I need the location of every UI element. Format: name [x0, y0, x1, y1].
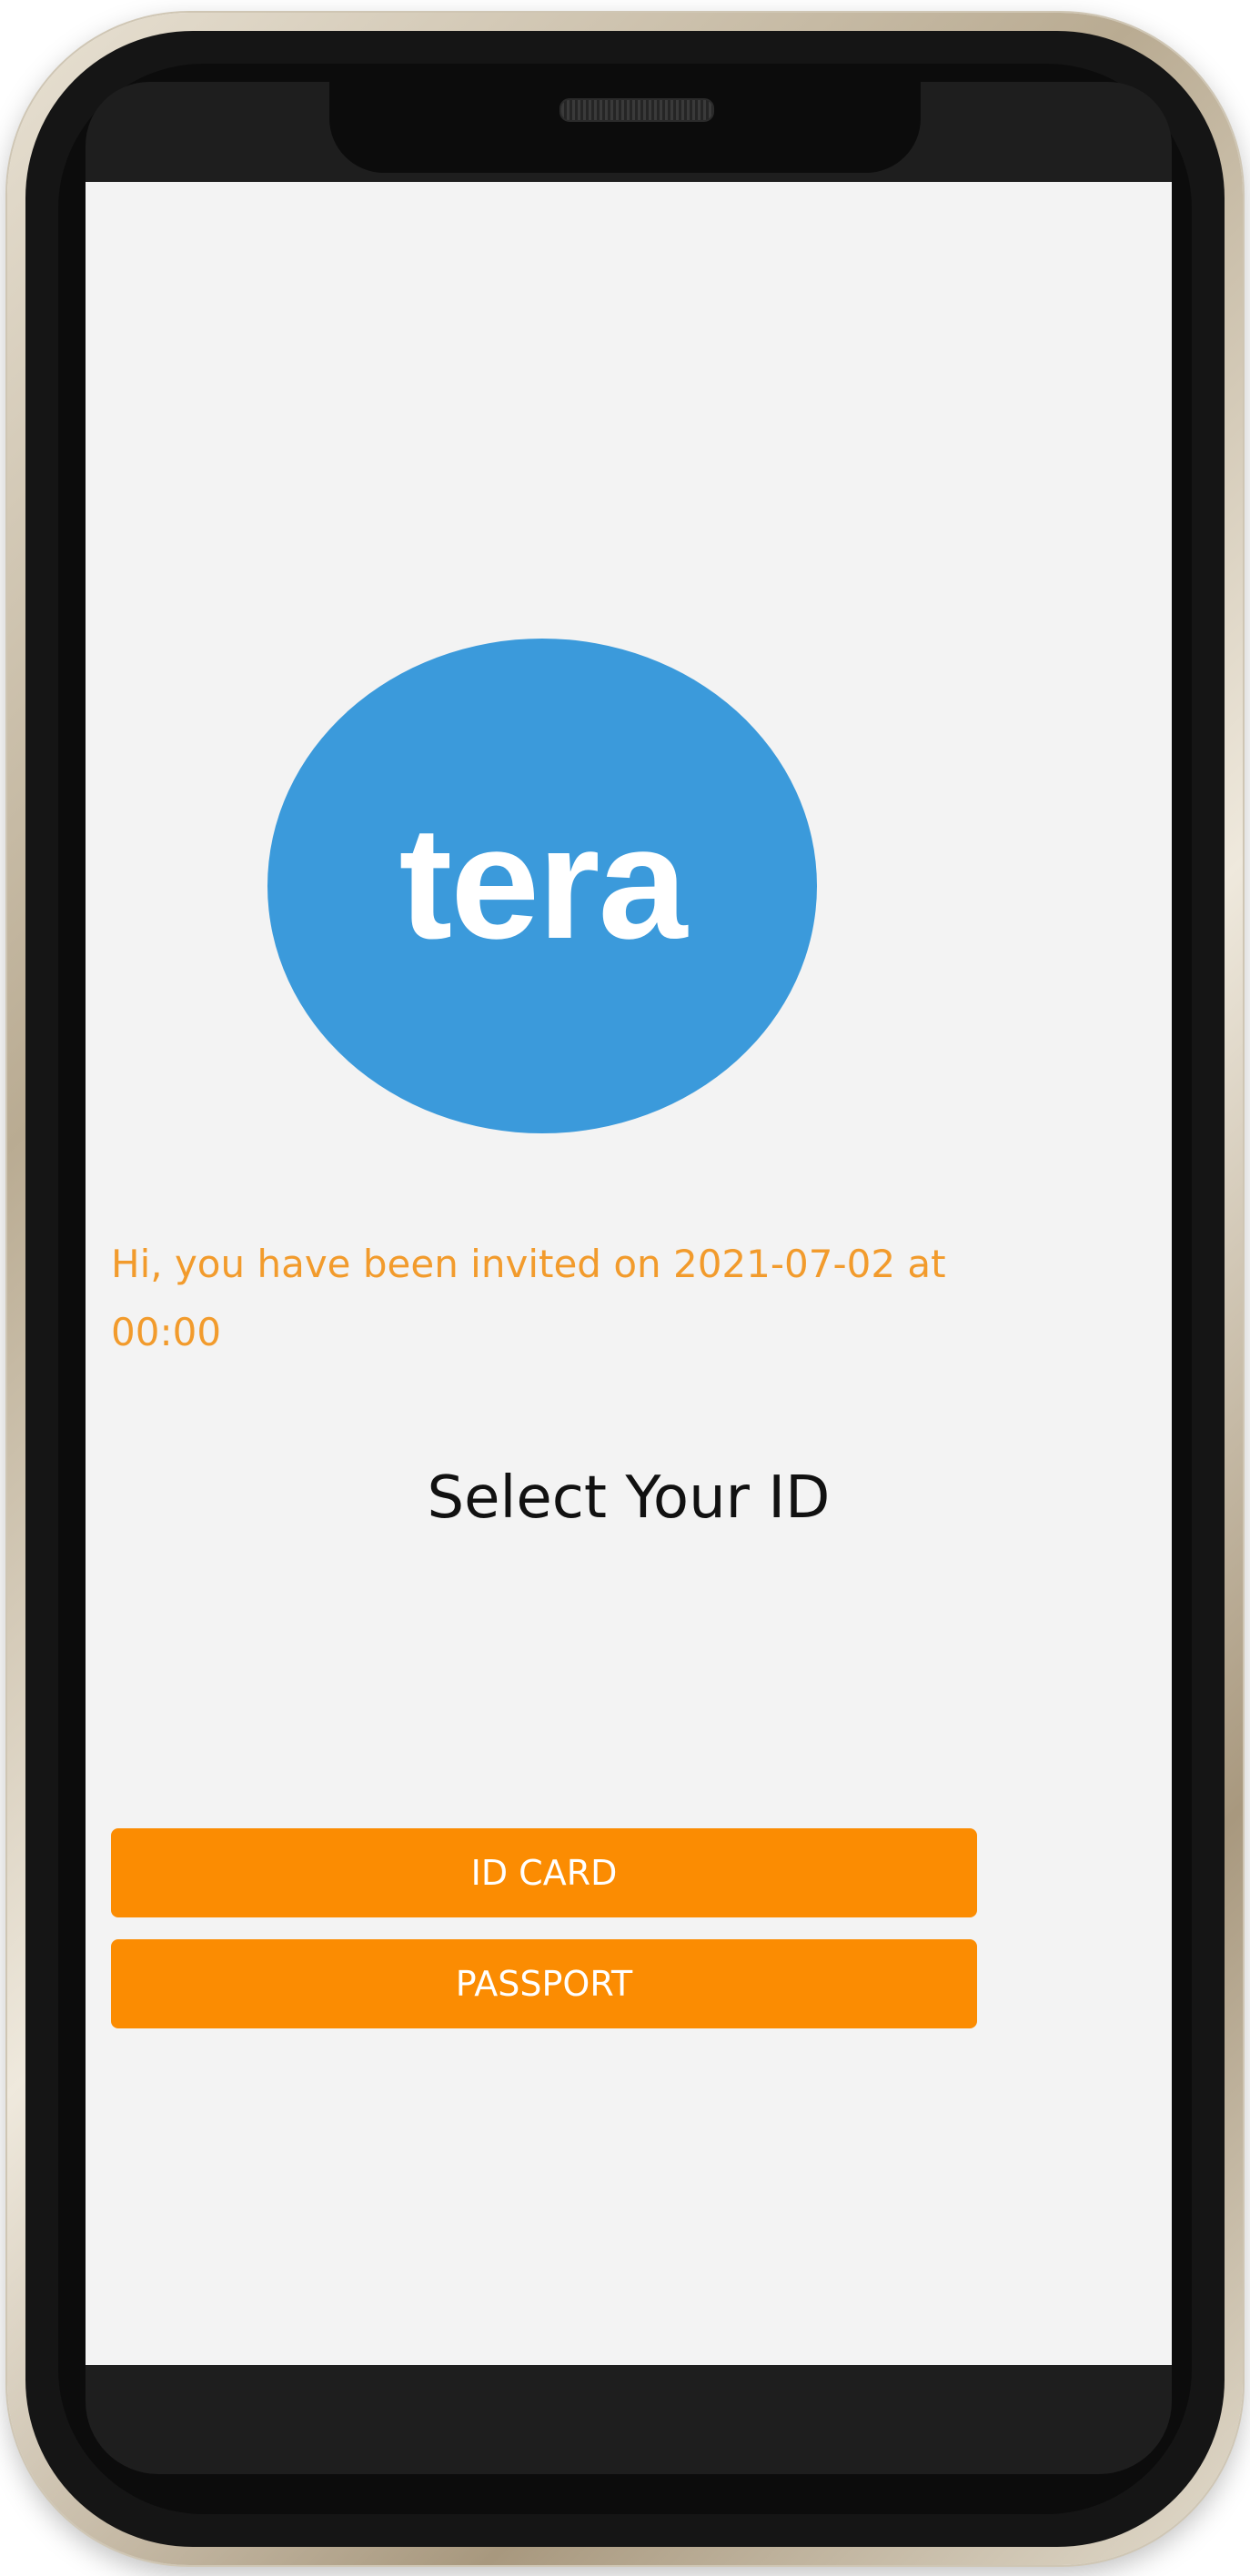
bottom-bezel-area	[86, 2365, 1172, 2474]
logo-text: tera	[398, 794, 688, 972]
page-title: Select Your ID	[427, 1464, 831, 1532]
earpiece-speaker	[559, 98, 714, 122]
invite-message: Hi, you have been invited on 2021-07-02 …	[111, 1242, 946, 1354]
phone-notch	[329, 82, 921, 173]
id-card-button[interactable]: ID CARD	[111, 1828, 977, 1917]
tera-logo: tera	[267, 639, 817, 1133]
passport-button[interactable]: PASSPORT	[111, 1939, 977, 2028]
